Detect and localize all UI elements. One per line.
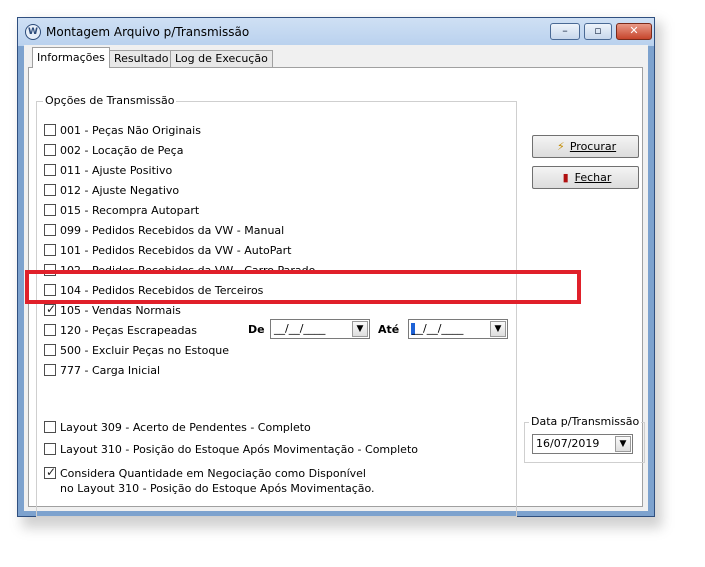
checkbox[interactable] [44, 364, 56, 376]
checkbox[interactable] [44, 344, 56, 356]
checkbox[interactable] [44, 184, 56, 196]
checkmark-icon: ✓ [46, 465, 57, 479]
main-window: W Montagem Arquivo p/Transmissão – ▫ ✕ I… [17, 17, 655, 517]
checkbox[interactable] [44, 164, 56, 176]
close-button[interactable]: ✕ [616, 23, 652, 40]
checkbox[interactable]: ✓ [44, 302, 57, 316]
chevron-down-icon[interactable]: ▼ [352, 321, 368, 337]
tab-informacoes[interactable]: Informações [32, 47, 110, 68]
fechar-label: Fechar [574, 171, 612, 184]
transmission-date-field[interactable]: 16/07/2019 ▼ [532, 434, 633, 454]
exit-door-icon: ▮ [562, 171, 569, 184]
transmission-date-title: Data p/Transmissão [529, 415, 642, 428]
chevron-down-icon[interactable]: ▼ [490, 321, 506, 337]
option-label: 015 - Recompra Autopart [60, 204, 200, 217]
title-bar[interactable]: W Montagem Arquivo p/Transmissão – ▫ ✕ [18, 18, 654, 46]
checkmark-icon: ✓ [46, 302, 57, 316]
checkbox[interactable]: ✓ [44, 465, 57, 479]
checkbox[interactable] [44, 144, 56, 156]
checkbox[interactable] [44, 244, 56, 256]
option-label: 500 - Excluir Peças no Estoque [60, 344, 230, 357]
checkbox[interactable] [44, 421, 56, 433]
checkbox[interactable] [44, 204, 56, 216]
maximize-button[interactable]: ▫ [584, 23, 612, 40]
option-label: 105 - Vendas Normais [60, 304, 181, 317]
date-to-field[interactable]: __/__/____ ▼ [408, 319, 508, 339]
chevron-down-icon[interactable]: ▼ [615, 436, 631, 452]
option-label: 012 - Ajuste Negativo [60, 184, 180, 197]
tab-log-execucao[interactable]: Log de Execução [170, 50, 273, 68]
window-title: Montagem Arquivo p/Transmissão [46, 25, 250, 39]
layout-option-label: Layout 309 - Acerto de Pendentes - Compl… [60, 421, 311, 434]
options-group-title: Opções de Transmissão [43, 94, 177, 107]
highlight-box [25, 270, 581, 304]
option-label: 099 - Pedidos Recebidos da VW - Manual [60, 224, 285, 237]
considera-label-line1: Considera Quantidade em Negociação como … [60, 467, 366, 480]
lightning-icon: ⚡ [556, 140, 565, 153]
option-label: 120 - Peças Escrapeadas [60, 324, 197, 337]
procurar-button[interactable]: ⚡ Procurar [532, 135, 639, 158]
option-label: 011 - Ajuste Positivo [60, 164, 173, 177]
option-label: 002 - Locação de Peça [60, 144, 184, 157]
fechar-button[interactable]: ▮ Fechar [532, 166, 639, 189]
tab-resultado[interactable]: Resultado [109, 50, 174, 68]
option-label: 001 - Peças Não Originais [60, 124, 201, 137]
date-from-field[interactable]: __/__/____ ▼ [270, 319, 370, 339]
checkbox[interactable] [44, 124, 56, 136]
date-to-value: __/__/____ [412, 322, 464, 335]
checkbox[interactable] [44, 443, 56, 455]
option-label: 101 - Pedidos Recebidos da VW - AutoPart [60, 244, 292, 257]
date-to-label: Até [378, 323, 400, 336]
considera-label-line2: no Layout 310 - Posição do Estoque Após … [60, 482, 375, 495]
checkbox[interactable] [44, 224, 56, 236]
transmission-date-value: 16/07/2019 [536, 437, 600, 450]
layout-option-label: Layout 310 - Posição do Estoque Após Mov… [60, 443, 418, 456]
minimize-button[interactable]: – [550, 23, 580, 40]
option-label: 777 - Carga Inicial [60, 364, 161, 377]
date-from-label: De [248, 323, 265, 336]
procurar-label: Procurar [569, 140, 617, 153]
date-from-value: __/__/____ [274, 322, 326, 335]
checkbox[interactable] [44, 324, 56, 336]
vw-logo-icon: W [25, 24, 41, 40]
